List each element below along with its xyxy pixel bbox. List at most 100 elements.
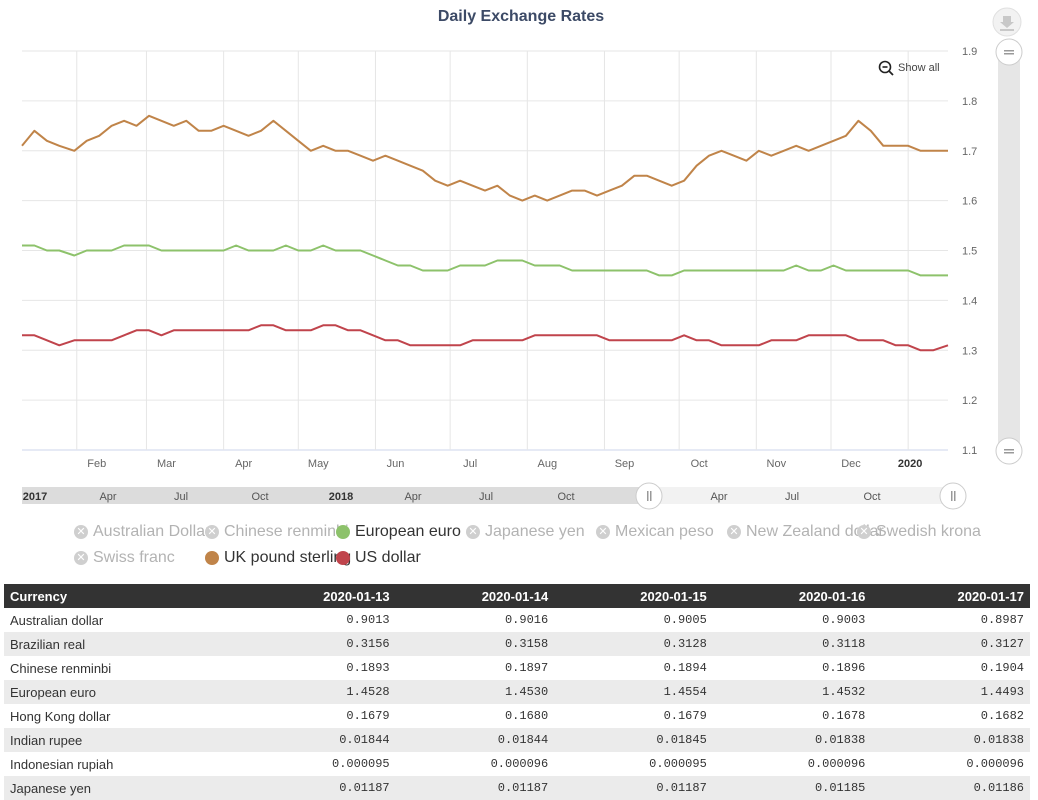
y-tick-label: 1.5 [962,246,977,258]
table-row: Chinese renminbi 0.1893 0.1897 0.1894 0.1896… [4,656,1030,680]
x-tick-label: Dec [841,458,861,470]
rate-cell: 0.3118 [712,632,872,656]
legend-item-australian-dollar[interactable]: ✕ Australian Dollar [74,523,210,541]
legend-label: Japanese yen [485,523,585,540]
x-tick-label: 2020 [898,458,922,470]
column-header-date[interactable]: 2020-01-13 [237,584,396,608]
y-axis: 1.1 1.2 1.3 1.4 1.5 1.6 1.7 1.8 1.9 [962,46,977,457]
legend-label: Chinese renminbi [224,523,349,540]
series-line-2[interactable] [22,324,949,352]
rate-cell: 0.9003 [822,613,866,627]
legend-label: US dollar [355,549,421,566]
y-scrollbar-track[interactable] [998,52,1020,450]
navigator-left-handle[interactable] [635,482,663,510]
y-tick-label: 1.2 [962,395,977,407]
rate-cell: 0.01838 [712,728,872,752]
zoom-out-icon [878,60,894,76]
column-header-date[interactable]: 2020-01-17 [871,584,1030,608]
x-circle-icon: ✕ [74,551,88,565]
x-tick-label: Mar [157,458,176,470]
table-body: Australian dollar 0.9013 0.9016 0.9005 0.900… [4,608,1030,800]
legend-marker [336,525,350,539]
x-tick-label: May [308,458,329,470]
rate-cell: 0.3128 [554,632,713,656]
navigator-label: Jul [174,491,188,503]
navigator-label: Apr [404,491,421,503]
navigator-label: Jul [479,491,493,503]
x-circle-icon: ✕ [74,525,88,539]
currency-name-cell: Brazilian real [4,632,238,656]
rate-cell: 1.4493 [871,680,1030,704]
rate-cell: 0.9005 [663,613,707,627]
rate-cell: 0.000096 [490,757,549,771]
rate-cell: 0.01185 [712,776,872,800]
y-scrollbar-top-handle[interactable] [995,38,1023,66]
legend-item-chinese-renminbi[interactable]: ✕ Chinese renminbi [205,523,349,541]
table-row: Australian dollar 0.9013 0.9016 0.9005 0.900… [4,608,1030,632]
navigator-label: Oct [557,491,574,503]
navigator-label: 2017 [23,491,47,503]
legend-item-us-dollar[interactable]: US dollar [336,549,421,567]
y-tick-label: 1.7 [962,146,977,158]
x-tick-label: Feb [87,458,106,470]
rate-cell: 0.3156 [237,632,396,656]
rate-cell: 0.1897 [504,661,549,675]
rate-cell: 0.000095 [332,757,390,771]
rates-table-container: Currency 2020-01-13 2020-01-14 2020-01-15 20… [4,584,1030,800]
table-row: European euro 1.4528 1.4530 1.4554 1.4532 1.4… [4,680,1030,704]
x-circle-icon: ✕ [857,525,871,539]
x-tick-label: Aug [538,458,558,470]
currency-name-cell: Japanese yen [4,776,238,800]
y-scrollbar-bottom-handle[interactable] [995,437,1023,465]
rate-cell: 0.1678 [822,709,866,723]
x-tick-label: Jun [387,458,405,470]
column-header-currency[interactable]: Currency [4,584,238,608]
currency-name-cell: Australian dollar [10,612,104,628]
navigator-label: Oct [251,491,268,503]
currency-name-cell: European euro [4,680,238,704]
legend-item-uk-pound-sterling[interactable]: UK pound sterling [205,549,351,567]
legend-item-swiss-franc[interactable]: ✕ Swiss franc [74,549,175,567]
rate-cell: 0.1679 [346,709,390,723]
download-button[interactable] [992,7,1022,37]
show-all-button[interactable]: Show all [878,60,940,76]
x-circle-icon: ✕ [727,525,741,539]
rate-cell: 0.1896 [822,661,866,675]
currency-name-cell: Indian rupee [4,728,238,752]
x-axis: Feb Mar Apr May Jun Jul Aug Sep Oct Nov Dec 2020 [87,458,922,470]
x-tick-label: Apr [235,458,252,470]
legend-item-swedish-krona[interactable]: ✕ Swedish krona [857,523,981,541]
legend-item-mexican-peso[interactable]: ✕ Mexican peso [596,523,714,541]
navigator-right-handle[interactable] [939,482,967,510]
legend-item-japanese-yen[interactable]: ✕ Japanese yen [466,523,585,541]
y-tick-label: 1.8 [962,96,977,108]
legend-marker [205,551,219,565]
rate-cell: 0.000096 [807,757,866,771]
series-line-0[interactable] [21,114,948,202]
column-header-date[interactable]: 2020-01-14 [395,584,555,608]
rate-cell: 0.1894 [663,661,707,675]
rates-table: Currency 2020-01-13 2020-01-14 2020-01-15 20… [4,584,1030,800]
column-header-date[interactable]: 2020-01-16 [712,584,872,608]
currency-name-cell: Chinese renminbi [10,660,112,676]
legend-label: UK pound sterling [224,549,352,566]
y-tick-label: 1.6 [962,196,977,208]
y-tick-label: 1.4 [962,295,977,307]
legend-label: Swedish krona [876,523,981,540]
navigator-label: Apr [99,491,116,503]
series-line-1[interactable] [22,244,948,277]
rate-cell: 0.3127 [871,632,1030,656]
legend-label: European euro [355,523,461,540]
table-row: Indian rupee 0.01844 0.01844 0.01845 0.01838… [4,728,1030,752]
rate-cell: 0.01844 [395,728,555,752]
y-tick-label: 1.3 [962,345,977,357]
rate-cell: 0.1679 [663,709,707,723]
column-header-date[interactable]: 2020-01-15 [554,584,713,608]
navigator-label: Oct [863,491,880,503]
x-tick-label: Jul [463,458,477,470]
rate-cell: 0.01838 [871,728,1030,752]
rate-cell: 0.01187 [554,776,713,800]
rate-cell: 0.01845 [554,728,713,752]
legend-item-european-euro[interactable]: European euro [336,523,461,541]
rate-cell: 0.1893 [346,661,390,675]
